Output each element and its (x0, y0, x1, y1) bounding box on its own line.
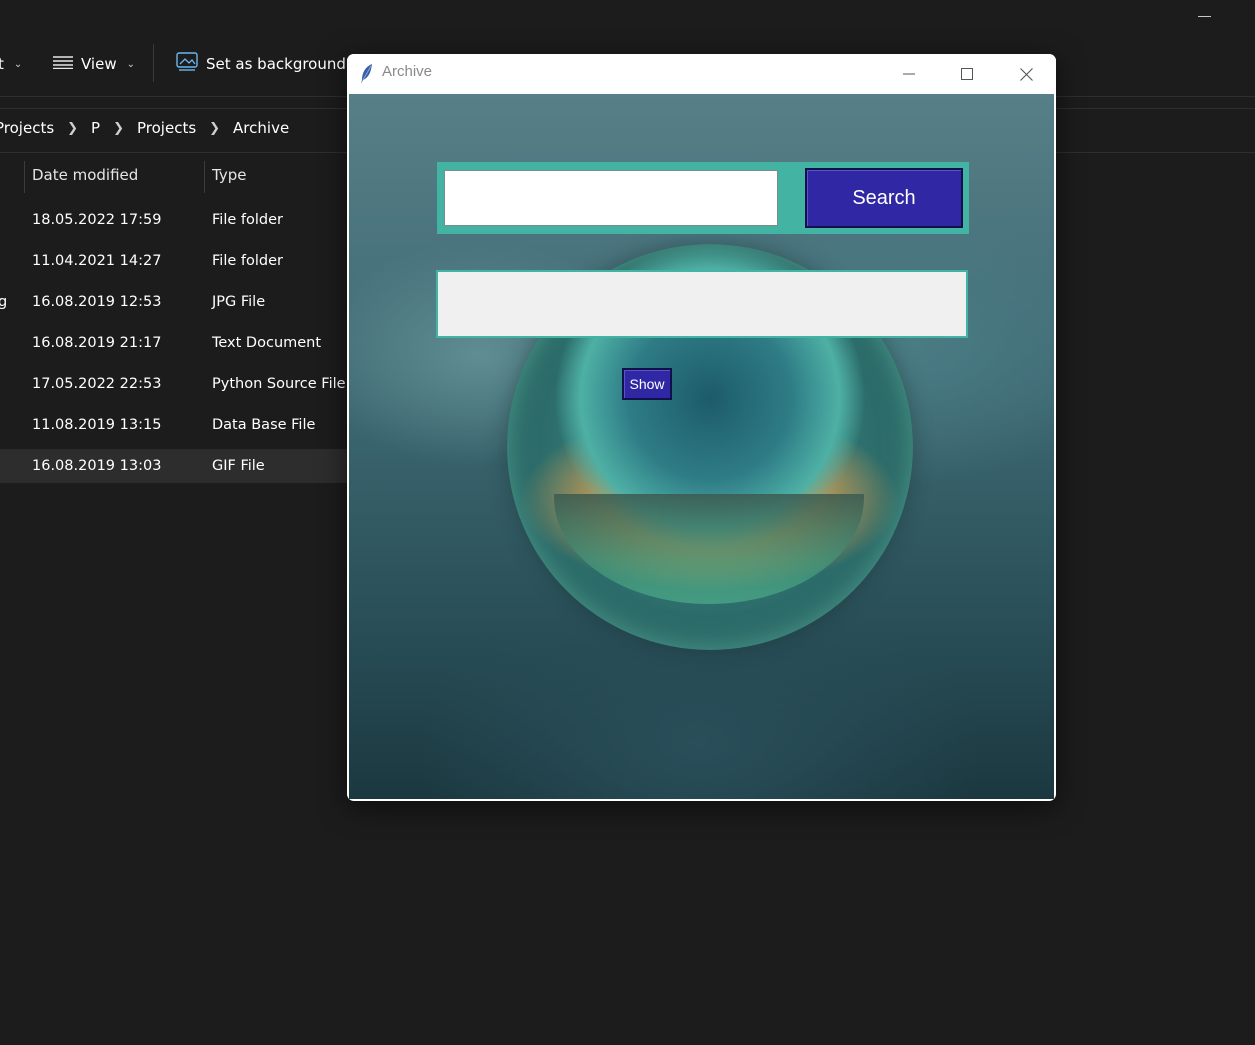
breadcrumb-item-current[interactable]: Archive (233, 119, 289, 137)
view-button-label: View (81, 55, 117, 73)
toolbar-divider (153, 44, 154, 82)
search-input[interactable] (444, 170, 778, 226)
file-type: GIF File (212, 458, 265, 474)
chevron-right-icon: ❯ (209, 120, 221, 136)
file-row[interactable]: 11.04.2021 14:27 File folder (0, 245, 347, 279)
maximize-icon[interactable] (938, 54, 996, 94)
column-header-date-modified[interactable]: Date modified (32, 166, 138, 184)
background-image: Search Show (349, 94, 1054, 799)
show-button[interactable]: Show (622, 368, 672, 400)
file-row-selected[interactable]: 16.08.2019 13:03 GIF File (0, 449, 347, 483)
close-icon[interactable] (997, 54, 1055, 94)
file-date: 16.08.2019 12:53 (32, 294, 162, 310)
breadcrumb-item[interactable]: Projects (137, 119, 196, 137)
minimize-icon[interactable] (880, 54, 938, 94)
chevron-down-icon: ⌄ (13, 58, 23, 70)
set-as-background-button[interactable]: Set as background (176, 50, 346, 78)
column-divider[interactable] (24, 161, 25, 193)
window-title: Archive (382, 63, 433, 80)
file-date: 11.04.2021 14:27 (32, 253, 162, 269)
file-type: Text Document (212, 335, 322, 351)
title-bar[interactable]: Archive (347, 54, 1056, 94)
view-list-icon (53, 55, 73, 73)
file-date: 16.08.2019 21:17 (32, 335, 162, 351)
column-divider[interactable] (204, 161, 205, 193)
file-row[interactable]: 11.08.2019 13:15 Data Base File (0, 409, 347, 443)
file-date: 16.08.2019 13:03 (32, 458, 162, 474)
breadcrumb-item[interactable]: Projects (0, 119, 54, 137)
feather-icon (359, 63, 375, 89)
file-type: Python Source File (212, 376, 346, 392)
file-type: JPG File (212, 294, 266, 310)
file-date: 18.05.2022 17:59 (32, 212, 162, 228)
file-type: File folder (212, 212, 283, 228)
set-as-background-label: Set as background (206, 55, 346, 73)
explorer-minimize-icon[interactable] (1198, 16, 1211, 17)
result-box[interactable] (436, 270, 968, 338)
file-type: File folder (212, 253, 283, 269)
file-type: Data Base File (212, 417, 316, 433)
toolbar-item-partial-label: t (0, 55, 4, 73)
breadcrumb-item[interactable]: P (91, 119, 100, 137)
file-row[interactable]: 16.08.2019 21:17 Text Document (0, 327, 347, 361)
search-button[interactable]: Search (805, 168, 963, 228)
file-date: 17.05.2022 22:53 (32, 376, 162, 392)
toolbar-item-partial[interactable]: t ⌄ (0, 50, 22, 78)
archive-window: Archive Search Show (347, 54, 1056, 801)
chevron-right-icon: ❯ (113, 120, 124, 136)
chevron-down-icon: ⌄ (126, 58, 135, 70)
view-button[interactable]: View ⌄ (53, 50, 135, 78)
file-row[interactable]: 17.05.2022 22:53 Python Source File (0, 368, 347, 402)
breadcrumb: Projects ❯ P ❯ Projects ❯ Archive (0, 119, 289, 137)
file-row[interactable]: 18.05.2022 17:59 File folder (0, 204, 347, 238)
file-date: 11.08.2019 13:15 (32, 417, 162, 433)
file-name-fragment: g (0, 294, 8, 310)
file-row[interactable]: g 16.08.2019 12:53 JPG File (0, 286, 347, 320)
set-background-icon (176, 52, 198, 76)
column-header-type[interactable]: Type (212, 166, 246, 184)
chevron-right-icon: ❯ (67, 120, 79, 136)
